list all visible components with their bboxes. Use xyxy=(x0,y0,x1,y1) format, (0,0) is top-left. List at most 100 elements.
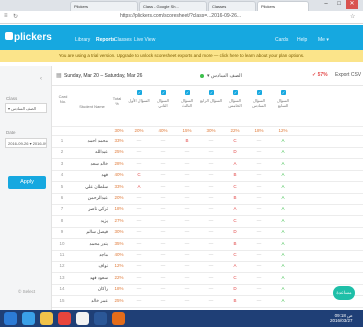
question-header[interactable]: السؤال السابع xyxy=(272,98,294,116)
answer-cell[interactable]: — xyxy=(248,275,270,280)
answer-cell[interactable]: — xyxy=(200,138,222,143)
date-range[interactable]: Sunday, Mar 20 – Saturday, Mar 26 xyxy=(64,73,142,79)
star-icon[interactable]: ☆ xyxy=(350,13,355,20)
chrome-icon[interactable] xyxy=(76,312,89,325)
answer-cell[interactable]: — xyxy=(152,241,174,246)
export-button[interactable]: Export CSV xyxy=(335,72,361,78)
answer-cell[interactable]: — xyxy=(128,149,150,154)
answer-cell[interactable]: — xyxy=(248,184,270,189)
answer-cell[interactable]: — xyxy=(248,218,270,223)
answer-cell[interactable]: — xyxy=(176,252,198,257)
answer-cell[interactable]: — xyxy=(176,172,198,177)
answer-cell[interactable]: — xyxy=(200,149,222,154)
answer-cell[interactable]: — xyxy=(128,229,150,234)
browser-tab[interactable]: Classes xyxy=(208,1,256,11)
answer-cell[interactable]: — xyxy=(200,172,222,177)
answer-cell[interactable]: A xyxy=(272,298,294,303)
word-icon[interactable] xyxy=(94,312,107,325)
student-name[interactable]: فهد xyxy=(70,172,108,178)
question-include-checkbox[interactable]: ✓ xyxy=(137,90,142,95)
answer-cell[interactable]: — xyxy=(176,206,198,211)
answer-cell[interactable]: — xyxy=(152,275,174,280)
answer-cell[interactable]: B xyxy=(224,298,246,303)
browser-tab-active[interactable]: Plickers xyxy=(257,1,309,11)
system-clock[interactable]: 09:18 ص 2016/03/27 xyxy=(330,313,353,323)
answer-cell[interactable]: — xyxy=(200,298,222,303)
answer-cell[interactable]: — xyxy=(128,252,150,257)
menu-icon[interactable]: ≡ xyxy=(4,13,8,19)
answer-cell[interactable]: — xyxy=(152,263,174,268)
answer-cell[interactable]: — xyxy=(128,161,150,166)
answer-cell[interactable]: A xyxy=(224,161,246,166)
answer-cell[interactable]: A xyxy=(272,138,294,143)
answer-cell[interactable]: A xyxy=(224,263,246,268)
answer-cell[interactable]: B xyxy=(176,138,198,143)
apply-button[interactable]: Apply xyxy=(8,176,46,189)
student-name[interactable]: عمر خالد xyxy=(70,298,108,304)
answer-cell[interactable]: — xyxy=(176,161,198,166)
question-include-checkbox[interactable]: ✓ xyxy=(209,90,214,95)
question-include-checkbox[interactable]: ✓ xyxy=(257,90,262,95)
answer-cell[interactable]: — xyxy=(248,286,270,291)
answer-cell[interactable]: A xyxy=(272,184,294,189)
answer-cell[interactable]: — xyxy=(176,263,198,268)
answer-cell[interactable]: D xyxy=(224,229,246,234)
answer-cell[interactable]: — xyxy=(200,195,222,200)
nav-cards[interactable]: Cards xyxy=(275,37,288,43)
answer-cell[interactable]: — xyxy=(200,184,222,189)
answer-cell[interactable]: — xyxy=(248,206,270,211)
answer-cell[interactable]: — xyxy=(200,229,222,234)
answer-cell[interactable]: — xyxy=(248,229,270,234)
answer-cell[interactable]: B xyxy=(224,195,246,200)
student-name[interactable]: خالد سعد xyxy=(70,161,108,167)
answer-cell[interactable]: — xyxy=(176,195,198,200)
student-name[interactable]: سلطان علي xyxy=(70,184,108,190)
minimize-button[interactable]: – xyxy=(320,0,332,9)
student-name[interactable]: راكان xyxy=(70,286,108,292)
answer-cell[interactable]: — xyxy=(128,195,150,200)
question-header[interactable]: السؤال الرابع xyxy=(200,98,222,116)
question-include-checkbox[interactable]: ✓ xyxy=(161,90,166,95)
answer-cell[interactable]: — xyxy=(176,229,198,234)
answer-cell[interactable]: — xyxy=(128,275,150,280)
answer-cell[interactable]: — xyxy=(176,275,198,280)
answer-cell[interactable]: — xyxy=(176,149,198,154)
answer-cell[interactable]: A xyxy=(272,218,294,223)
app-logo[interactable]: plickers xyxy=(14,32,52,43)
folder-icon[interactable] xyxy=(40,312,53,325)
answer-cell[interactable]: — xyxy=(128,298,150,303)
student-name[interactable]: نواف xyxy=(70,263,109,269)
answer-cell[interactable]: C xyxy=(224,184,246,189)
nav-account[interactable]: Me ▾ xyxy=(318,37,329,43)
answer-cell[interactable]: — xyxy=(200,275,222,280)
answer-cell[interactable]: — xyxy=(248,252,270,257)
answer-cell[interactable]: — xyxy=(200,286,222,291)
question-header[interactable]: السؤال الأول xyxy=(128,98,150,116)
answer-cell[interactable]: — xyxy=(152,184,174,189)
answer-cell[interactable]: — xyxy=(248,161,270,166)
answer-cell[interactable]: C xyxy=(128,172,150,177)
answer-cell[interactable]: — xyxy=(248,172,270,177)
answer-cell[interactable]: — xyxy=(152,218,174,223)
answer-cell[interactable]: — xyxy=(128,263,150,268)
answer-cell[interactable]: A xyxy=(272,275,294,280)
answer-cell[interactable]: — xyxy=(152,195,174,200)
question-header[interactable]: السؤال الثاني xyxy=(152,98,174,116)
date-filter-select[interactable]: 2016-09-26 ▾ 2016-09-30 xyxy=(5,138,47,148)
answer-cell[interactable]: A xyxy=(272,241,294,246)
reload-icon[interactable]: ↻ xyxy=(13,13,18,20)
student-name[interactable]: سعود فهد xyxy=(70,275,108,281)
answer-cell[interactable]: — xyxy=(128,241,150,246)
answer-cell[interactable]: A xyxy=(224,206,246,211)
class-filter-select[interactable]: ▾ الصف السادس xyxy=(5,103,47,113)
question-header[interactable]: السؤال الخامس xyxy=(224,98,246,116)
answer-cell[interactable]: — xyxy=(152,229,174,234)
browser-tab[interactable]: Class - Google Sh... xyxy=(139,1,207,11)
answer-cell[interactable]: — xyxy=(200,241,222,246)
answer-cell[interactable]: — xyxy=(152,149,174,154)
nav-live-view[interactable]: Live View xyxy=(134,37,155,43)
ie-icon[interactable] xyxy=(22,312,35,325)
answer-cell[interactable]: A xyxy=(272,149,294,154)
answer-cell[interactable]: A xyxy=(272,286,294,291)
answer-cell[interactable]: C xyxy=(224,252,246,257)
